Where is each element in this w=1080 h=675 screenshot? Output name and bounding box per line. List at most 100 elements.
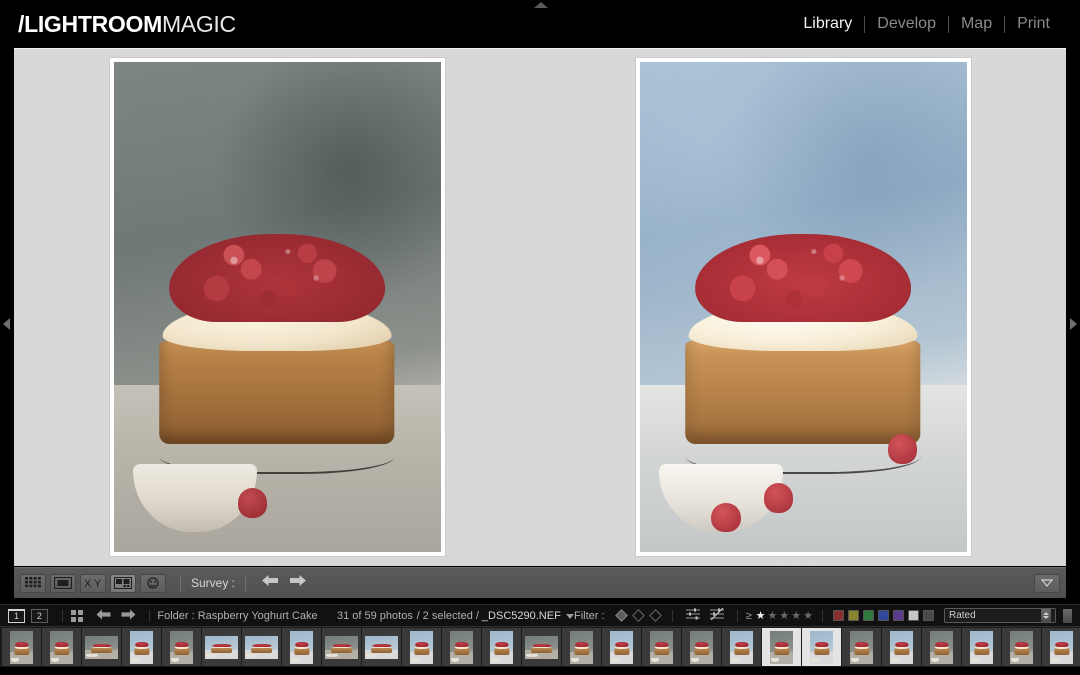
filter-star-1[interactable]: ★ — [756, 609, 766, 622]
photo-frame-2[interactable] — [635, 58, 971, 556]
color-label-purple[interactable] — [893, 610, 904, 621]
filmstrip-thumbnail[interactable] — [42, 628, 81, 666]
survey-next-icon[interactable] — [289, 574, 307, 592]
screen-button-2[interactable]: 2 — [30, 608, 48, 623]
thumbnail-bowl — [730, 657, 739, 662]
filmstrip-thumbnail[interactable] — [122, 628, 161, 666]
filter-preset-dropdown[interactable]: Rated — [944, 608, 1056, 623]
filter-star-5[interactable]: ★ — [803, 609, 813, 622]
thumbnail-bowl — [1010, 657, 1019, 662]
filmstrip-thumbnail[interactable] — [2, 628, 41, 666]
thumbnail-bowl — [1050, 657, 1059, 662]
filmstrip-thumbnail[interactable] — [722, 628, 761, 666]
people-view-icon[interactable] — [140, 573, 166, 593]
color-label-green[interactable] — [863, 610, 874, 621]
survey-prev-icon[interactable] — [261, 574, 279, 592]
filmstrip-thumbnail[interactable] — [682, 628, 721, 666]
thumbnail-berries — [294, 642, 309, 647]
filmstrip-thumbnail[interactable] — [642, 628, 681, 666]
filter-star-3[interactable]: ★ — [779, 609, 789, 622]
filmstrip-thumbnail[interactable] — [602, 628, 641, 666]
thumbnail-cake — [733, 648, 750, 655]
thumbnail-image — [1010, 630, 1033, 664]
compare-view-icon[interactable]: X Y — [80, 573, 106, 593]
filmstrip-thumbnail[interactable] — [202, 628, 241, 666]
filter-options-button[interactable] — [1063, 608, 1072, 623]
filmstrip-thumbnail[interactable] — [522, 628, 561, 666]
source-path-label[interactable]: Folder : Raspberry Yoghurt Cake — [157, 610, 317, 622]
thumbnail-bowl — [450, 657, 459, 662]
filmstrip-thumbnail[interactable] — [882, 628, 921, 666]
color-label-red[interactable] — [833, 610, 844, 621]
filmstrip-thumbnail[interactable] — [802, 628, 841, 666]
survey-view-icon[interactable] — [110, 573, 136, 593]
filter-star-2[interactable]: ★ — [768, 609, 778, 622]
flag-unflagged-icon[interactable] — [631, 609, 645, 622]
bar-divider — [736, 609, 738, 622]
color-label-blue[interactable] — [878, 610, 889, 621]
toolbar-divider — [180, 574, 181, 592]
photo-frame-1[interactable] — [109, 58, 445, 556]
left-panel-toggle-icon[interactable] — [3, 318, 10, 330]
color-label-none[interactable] — [923, 610, 934, 621]
file-dropdown-chevron-down-icon[interactable] — [566, 610, 575, 622]
filmstrip-thumbnail[interactable] — [402, 628, 441, 666]
thumbnail-bowl — [366, 654, 378, 658]
module-develop[interactable]: Develop — [865, 15, 948, 33]
current-file-label: _DSC5290.NEF — [481, 609, 561, 622]
right-panel-toggle-icon[interactable] — [1070, 318, 1077, 330]
filter-star-4[interactable]: ★ — [791, 609, 801, 622]
thumbnail-berries — [894, 642, 909, 647]
filmstrip-thumbnail[interactable] — [322, 628, 361, 666]
grid-view-icon[interactable] — [20, 573, 46, 593]
survey-cell-2[interactable]: ★ ★ ★ — [588, 58, 1018, 578]
flag-picked-icon[interactable] — [614, 609, 628, 622]
filmstrip-thumbnail[interactable] — [362, 628, 401, 666]
filmstrip-thumbnail[interactable] — [962, 628, 1001, 666]
thumbnail-bowl — [690, 657, 699, 662]
filmstrip-thumbnail[interactable] — [162, 628, 201, 666]
module-map[interactable]: Map — [949, 15, 1004, 33]
chevron-updown-icon[interactable] — [1041, 609, 1051, 622]
filmstrip-back-icon[interactable] — [96, 609, 111, 623]
edited-attribute-icon[interactable] — [685, 608, 700, 623]
filmstrip-thumbnail[interactable] — [82, 628, 121, 666]
survey-cell-1[interactable]: ★ — [62, 58, 492, 578]
filmstrip-thumbnail[interactable] — [562, 628, 601, 666]
filmstrip[interactable] — [0, 626, 1080, 667]
filmstrip-thumbnail[interactable] — [242, 628, 281, 666]
flag-rejected-icon[interactable] — [648, 609, 662, 622]
filmstrip-forward-icon[interactable] — [121, 609, 136, 623]
filmstrip-thumbnail[interactable] — [842, 628, 881, 666]
module-print[interactable]: Print — [1005, 15, 1062, 33]
thumbnail-image — [770, 630, 793, 664]
filmstrip-thumbnail[interactable] — [1002, 628, 1041, 666]
rating-operator-label[interactable]: ≥ — [746, 610, 752, 622]
photo-cake-body — [685, 341, 921, 445]
thumbnail-image — [325, 635, 358, 659]
color-label-yellow[interactable] — [848, 610, 859, 621]
photo-2[interactable] — [639, 62, 967, 552]
toolbar-options-chevron-down-icon[interactable] — [1034, 573, 1060, 593]
photo-1[interactable] — [113, 62, 441, 552]
color-label-white[interactable] — [908, 610, 919, 621]
arrow-left-glyph — [262, 575, 279, 586]
loupe-view-icon[interactable] — [50, 573, 76, 593]
selected-count-label: / 2 selected / — [416, 609, 479, 622]
module-library[interactable]: Library — [791, 15, 864, 33]
grid-view-shortcut-icon[interactable] — [70, 609, 83, 622]
filmstrip-thumbnail[interactable] — [922, 628, 961, 666]
bar-divider — [671, 609, 673, 622]
unedited-attribute-icon[interactable] — [709, 607, 724, 623]
screen-button-1[interactable]: 1 — [8, 608, 25, 623]
filmstrip-thumbnail[interactable] — [282, 628, 321, 666]
filmstrip-thumbnail[interactable] — [482, 628, 521, 666]
filmstrip-thumbnail[interactable] — [1042, 628, 1080, 666]
thumbnail-bowl — [930, 657, 939, 662]
arrow-left-glyph — [96, 609, 111, 619]
top-panel-toggle-icon[interactable] — [534, 2, 548, 8]
filmstrip-thumbnail[interactable] — [762, 628, 801, 666]
thumbnail-bowl — [890, 657, 899, 662]
filmstrip-thumbnail[interactable] — [442, 628, 481, 666]
thumbnail-cake — [413, 648, 430, 655]
